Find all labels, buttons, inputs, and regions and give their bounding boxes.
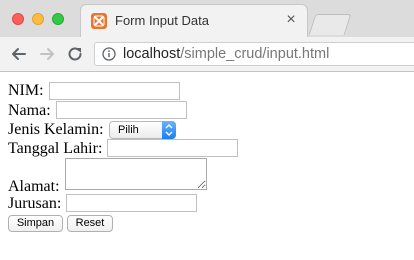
close-window-button[interactable] xyxy=(12,13,24,25)
jenis-kelamin-row: Jenis Kelamin: xyxy=(8,121,104,139)
browser-tab[interactable]: Form Input Data × xyxy=(80,4,308,37)
jenis-kelamin-label: Jenis Kelamin: xyxy=(8,121,104,138)
jenis-kelamin-selected: Pilih xyxy=(118,124,139,136)
tanggal-lahir-input[interactable] xyxy=(107,139,238,157)
tanggal-lahir-row: Tanggal Lahir: xyxy=(8,140,102,158)
jenis-kelamin-select[interactable]: Pilih xyxy=(109,121,176,139)
reset-button[interactable]: Reset xyxy=(67,215,113,232)
url-host: localhost xyxy=(123,46,181,62)
info-icon[interactable] xyxy=(102,47,116,61)
back-arrow-icon[interactable] xyxy=(10,45,28,63)
jurusan-input[interactable] xyxy=(66,194,197,212)
nim-input[interactable] xyxy=(49,82,180,100)
nim-label: NIM: xyxy=(8,82,44,99)
browser-toolbar: localhost/simple_crud/input.html xyxy=(0,37,414,72)
tanggal-lahir-label: Tanggal Lahir: xyxy=(8,140,103,157)
nama-label: Nama: xyxy=(8,102,51,119)
url-text: localhost/simple_crud/input.html xyxy=(123,46,329,62)
nim-row: NIM: xyxy=(8,82,44,100)
nama-input[interactable] xyxy=(56,101,187,119)
reload-icon[interactable] xyxy=(66,45,84,63)
tab-title: Form Input Data xyxy=(115,13,209,28)
maximize-window-button[interactable] xyxy=(52,13,64,25)
tab-close-icon[interactable]: × xyxy=(283,12,299,28)
page-content: NIM: Nama: Jenis Kelamin: Pilih Tanggal … xyxy=(0,72,414,260)
jurusan-row: Jurusan: xyxy=(8,195,61,213)
minimize-window-button[interactable] xyxy=(32,13,44,25)
forward-arrow-icon[interactable] xyxy=(38,45,56,63)
nama-row: Nama: xyxy=(8,102,51,120)
alamat-row: Alamat: xyxy=(8,178,60,196)
new-tab-button[interactable] xyxy=(308,14,352,35)
browser-titlebar: Form Input Data × xyxy=(0,0,414,37)
alamat-label: Alamat: xyxy=(8,178,60,195)
address-bar[interactable]: localhost/simple_crud/input.html xyxy=(94,42,414,66)
alamat-textarea[interactable] xyxy=(65,158,207,190)
jurusan-label: Jurusan: xyxy=(8,195,62,212)
select-chevron-icon xyxy=(162,121,176,139)
simpan-button[interactable]: Simpan xyxy=(8,215,63,232)
url-path: /simple_crud/input.html xyxy=(180,46,330,62)
xampp-favicon-icon xyxy=(91,13,107,29)
